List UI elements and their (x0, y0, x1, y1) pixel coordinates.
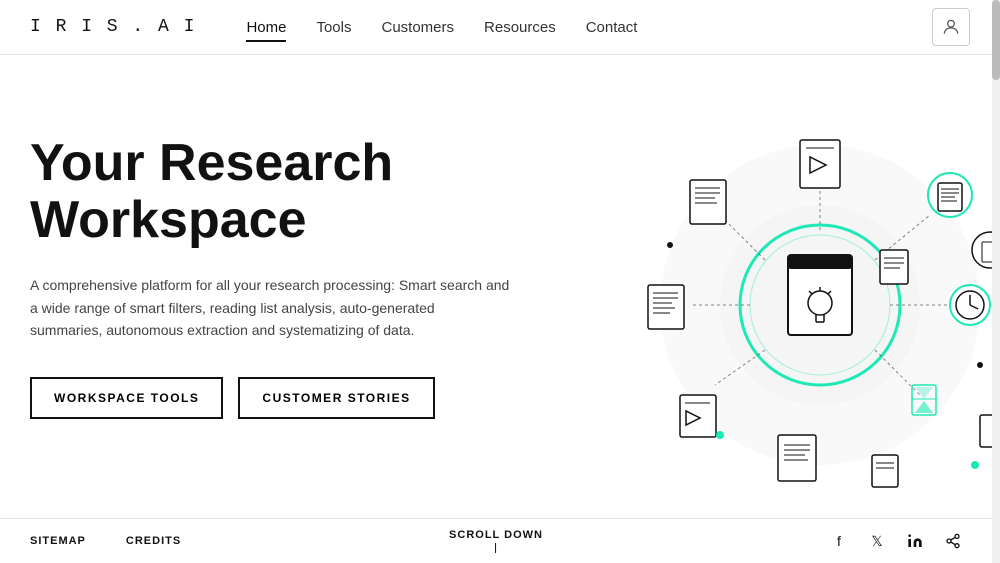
nav-home[interactable]: Home (246, 19, 286, 36)
customer-stories-button[interactable]: CUSTOMER STORIES (238, 377, 434, 419)
hero-title: Your Research Workspace (30, 135, 550, 249)
scrollbar-thumb[interactable] (992, 0, 1000, 80)
scroll-down: SCROLL DOWN (449, 529, 543, 553)
hero-section: Your Research Workspace A comprehensive … (30, 115, 550, 518)
cta-buttons: WORKSPACE TOOLS CUSTOMER STORIES (30, 377, 550, 419)
footer-links: SITEMAP CREDITS (30, 535, 181, 547)
nav-resources[interactable]: Resources (484, 19, 556, 36)
nav-customers[interactable]: Customers (381, 19, 454, 36)
credits-link[interactable]: CREDITS (126, 535, 181, 547)
hero-illustration (520, 85, 1000, 525)
main-content: Your Research Workspace A comprehensive … (0, 55, 1000, 518)
hero-description: A comprehensive platform for all your re… (30, 274, 510, 341)
social-links: f 𝕏 (830, 532, 962, 550)
workspace-tools-button[interactable]: WORKSPACE TOOLS (30, 377, 223, 419)
header: I R I S . A I Home Tools Customers Resou… (0, 0, 1000, 55)
nav-tools[interactable]: Tools (316, 19, 351, 36)
header-right (932, 8, 970, 46)
user-account-icon[interactable] (932, 8, 970, 46)
navigation: Home Tools Customers Resources Contact (246, 19, 637, 36)
nav-contact[interactable]: Contact (586, 19, 638, 36)
scroll-indicator (496, 543, 497, 553)
twitter-icon[interactable]: 𝕏 (868, 532, 886, 550)
footer: SITEMAP CREDITS SCROLL DOWN f 𝕏 (0, 518, 992, 563)
logo: I R I S . A I (30, 17, 196, 37)
facebook-icon[interactable]: f (830, 532, 848, 550)
scrollbar[interactable] (992, 0, 1000, 563)
linkedin-icon[interactable] (906, 532, 924, 550)
sitemap-link[interactable]: SITEMAP (30, 535, 86, 547)
share-icon[interactable] (944, 532, 962, 550)
